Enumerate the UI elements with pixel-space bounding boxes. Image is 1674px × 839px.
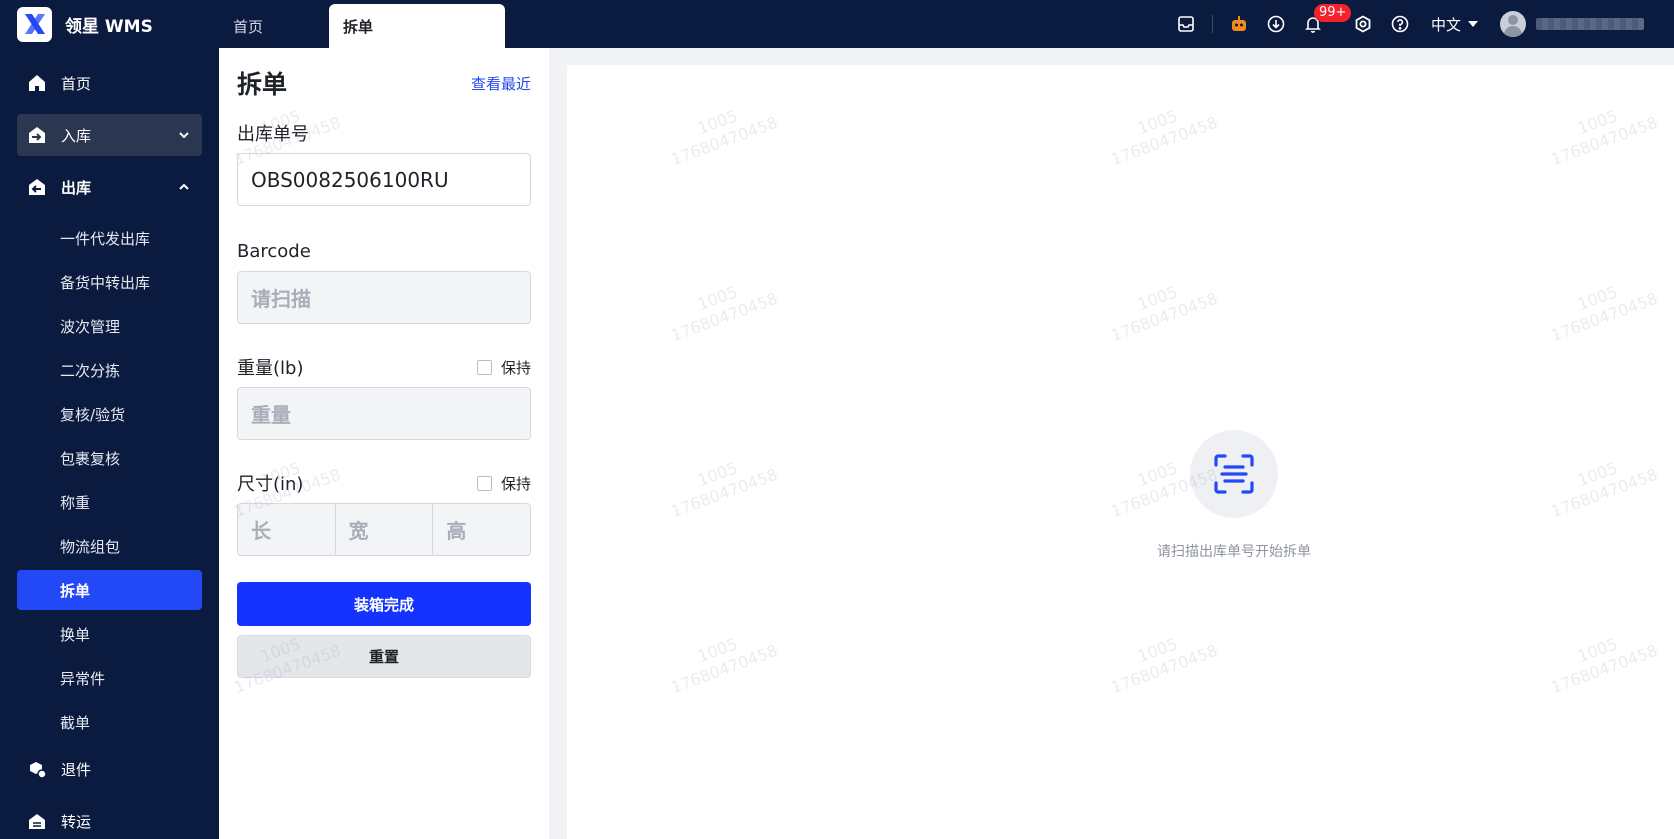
height-placeholder: 高: [446, 519, 467, 543]
top-bar: 领星 WMS 首页 拆单 99+ 中文: [0, 0, 1674, 48]
empty-state-message: 请扫描出库单号开始拆单: [1157, 544, 1311, 560]
sidebar-item-label: 转运: [61, 812, 92, 831]
size-keep-checkbox[interactable]: [476, 475, 492, 491]
view-recent-link[interactable]: 查看最近: [471, 73, 531, 94]
user-avatar[interactable]: [1500, 11, 1526, 37]
header-actions: 99+ 中文: [1160, 0, 1674, 48]
logo-icon: [17, 6, 52, 42]
reset-button[interactable]: 重置: [237, 635, 531, 678]
weight-keep-toggle[interactable]: 保持: [476, 357, 531, 378]
transfer-icon: [27, 811, 47, 831]
tab-home[interactable]: 首页: [219, 4, 329, 48]
notification-badge: 99+: [1313, 4, 1352, 22]
sidebar-item-home[interactable]: 首页: [17, 62, 202, 104]
page-tabs: 首页 拆单: [219, 0, 505, 48]
home-icon: [27, 73, 47, 93]
size-keep-toggle[interactable]: 保持: [476, 473, 531, 494]
inbound-icon: [27, 125, 47, 145]
barcode-placeholder: 请扫描: [251, 287, 311, 311]
sidebar-item-label: 出库: [61, 178, 92, 197]
page-title: 拆单: [237, 70, 288, 99]
split-order-form: 拆单 查看最近 出库单号 OBS0082506100RU Barcode 请扫描…: [219, 48, 549, 839]
header-divider: [1211, 15, 1213, 33]
username-redacted[interactable]: [1536, 18, 1644, 30]
outbound-icon: [27, 177, 47, 197]
weight-label: 重量(lb): [237, 358, 304, 379]
notification-bell-icon[interactable]: 99+: [1302, 4, 1352, 35]
sidebar-item-label: 退件: [61, 760, 92, 779]
sidebar-item-label: 首页: [61, 74, 92, 93]
weight-label-row: 重量(lb) 保持: [237, 355, 531, 379]
main-content-area: 请扫描出库单号开始拆单: [567, 65, 1674, 839]
sidebar-subitem-wave-management[interactable]: 波次管理: [17, 306, 202, 346]
sidebar-item-returns[interactable]: 退件: [17, 748, 202, 790]
sidebar-item-inbound[interactable]: 入库: [17, 114, 202, 156]
sidebar-subitem-relabel[interactable]: 换单: [17, 614, 202, 654]
sidebar-item-transfer[interactable]: 转运: [17, 800, 202, 839]
weight-keep-checkbox[interactable]: [476, 359, 492, 375]
height-input[interactable]: 高: [433, 504, 530, 555]
brand-name: 领星 WMS: [65, 16, 153, 37]
brand[interactable]: 领星 WMS: [0, 0, 219, 48]
robot-icon[interactable]: [1228, 13, 1250, 35]
barcode-input[interactable]: 请扫描: [237, 271, 531, 324]
size-keep-label: 保持: [500, 474, 531, 493]
dimensions-input-group: 长 宽 高: [237, 503, 531, 556]
sidebar-subitem-package-review[interactable]: 包裹复核: [17, 438, 202, 478]
order-number-label-row: 出库单号: [237, 121, 531, 145]
weight-input[interactable]: 重量: [237, 387, 531, 440]
form-header: 拆单 查看最近: [237, 66, 531, 100]
sidebar-subitem-weighing[interactable]: 称重: [17, 482, 202, 522]
sidebar-subitem-intercept[interactable]: 截单: [17, 702, 202, 742]
sidebar-subitem-secondary-sorting[interactable]: 二次分拣: [17, 350, 202, 390]
chevron-down-icon: [179, 132, 189, 139]
download-icon[interactable]: [1265, 13, 1287, 35]
sidebar-subitem-split-order[interactable]: 拆单: [17, 570, 202, 610]
sidebar-subitem-review-inspection[interactable]: 复核/验货: [17, 394, 202, 434]
settings-icon[interactable]: [1352, 13, 1374, 35]
help-icon[interactable]: [1389, 13, 1411, 35]
language-label: 中文: [1430, 15, 1461, 34]
sidebar-subitem-dropship-outbound[interactable]: 一件代发出库: [17, 218, 202, 258]
size-label: 尺寸(in): [237, 474, 304, 495]
barcode-label-row: Barcode: [237, 239, 531, 263]
order-number-value: OBS0082506100RU: [251, 167, 449, 192]
scan-icon: [1190, 430, 1278, 518]
sidebar-subitem-exception[interactable]: 异常件: [17, 658, 202, 698]
packing-complete-button[interactable]: 装箱完成: [237, 582, 531, 626]
weight-placeholder: 重量: [251, 403, 291, 427]
sidebar: 首页 入库 出库 一件代发出库 备货中转出库 波次管理 二次分拣 复核/验货 包…: [0, 48, 219, 839]
language-selector[interactable]: 中文: [1431, 14, 1478, 35]
length-input[interactable]: 长: [238, 504, 336, 555]
sidebar-item-label: 入库: [61, 126, 92, 145]
inbox-icon[interactable]: [1175, 13, 1197, 35]
sidebar-item-outbound[interactable]: 出库: [17, 166, 202, 208]
size-label-row: 尺寸(in) 保持: [237, 471, 531, 495]
width-input[interactable]: 宽: [336, 504, 434, 555]
order-number-label: 出库单号: [237, 124, 309, 145]
tab-split-order[interactable]: 拆单: [329, 4, 505, 48]
order-number-input[interactable]: OBS0082506100RU: [237, 153, 531, 206]
return-icon: [27, 759, 47, 779]
sidebar-subitem-logistics-packing[interactable]: 物流组包: [17, 526, 202, 566]
weight-keep-label: 保持: [500, 358, 531, 377]
sidebar-subitem-transfer-outbound[interactable]: 备货中转出库: [17, 262, 202, 302]
barcode-label: Barcode: [237, 240, 311, 262]
length-placeholder: 长: [251, 519, 271, 543]
caret-down-icon: [1468, 21, 1478, 27]
chevron-up-icon: [179, 183, 189, 190]
width-placeholder: 宽: [348, 519, 369, 543]
